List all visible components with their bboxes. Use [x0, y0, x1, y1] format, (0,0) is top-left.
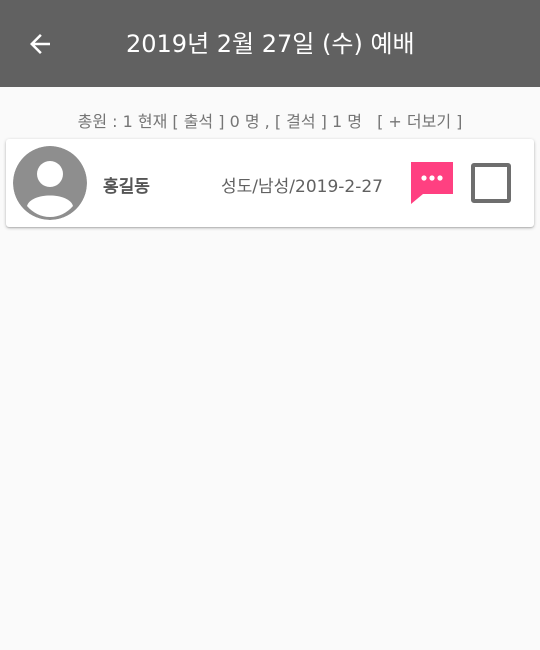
page-title: 2019년 2월 27일 (수) 예배: [126, 30, 415, 58]
person-avatar-icon: [13, 146, 87, 220]
attendance-summary: 총원 : 1 현재 [ 출석 ] 0 명 , [ 결석 ] 1 명 [ + 더보…: [0, 108, 540, 132]
member-info: 성도/남성/2019-2-27: [221, 177, 383, 197]
member-name: 홍길동: [103, 177, 150, 197]
member-card[interactable]: 홍길동 성도/남성/2019-2-27: [6, 139, 534, 227]
app-bar: 2019년 2월 27일 (수) 예배: [0, 0, 540, 87]
back-button[interactable]: [20, 24, 60, 64]
message-button[interactable]: [409, 160, 455, 206]
chat-bubble-icon: [411, 162, 453, 204]
attendance-summary-text: 총원 : 1 현재 [ 출석 ] 0 명 , [ 결석 ] 1 명: [77, 112, 362, 131]
more-button[interactable]: [ + 더보기 ]: [377, 112, 462, 131]
arrow-left-icon: [30, 34, 50, 54]
attendance-checkbox[interactable]: [471, 163, 511, 203]
